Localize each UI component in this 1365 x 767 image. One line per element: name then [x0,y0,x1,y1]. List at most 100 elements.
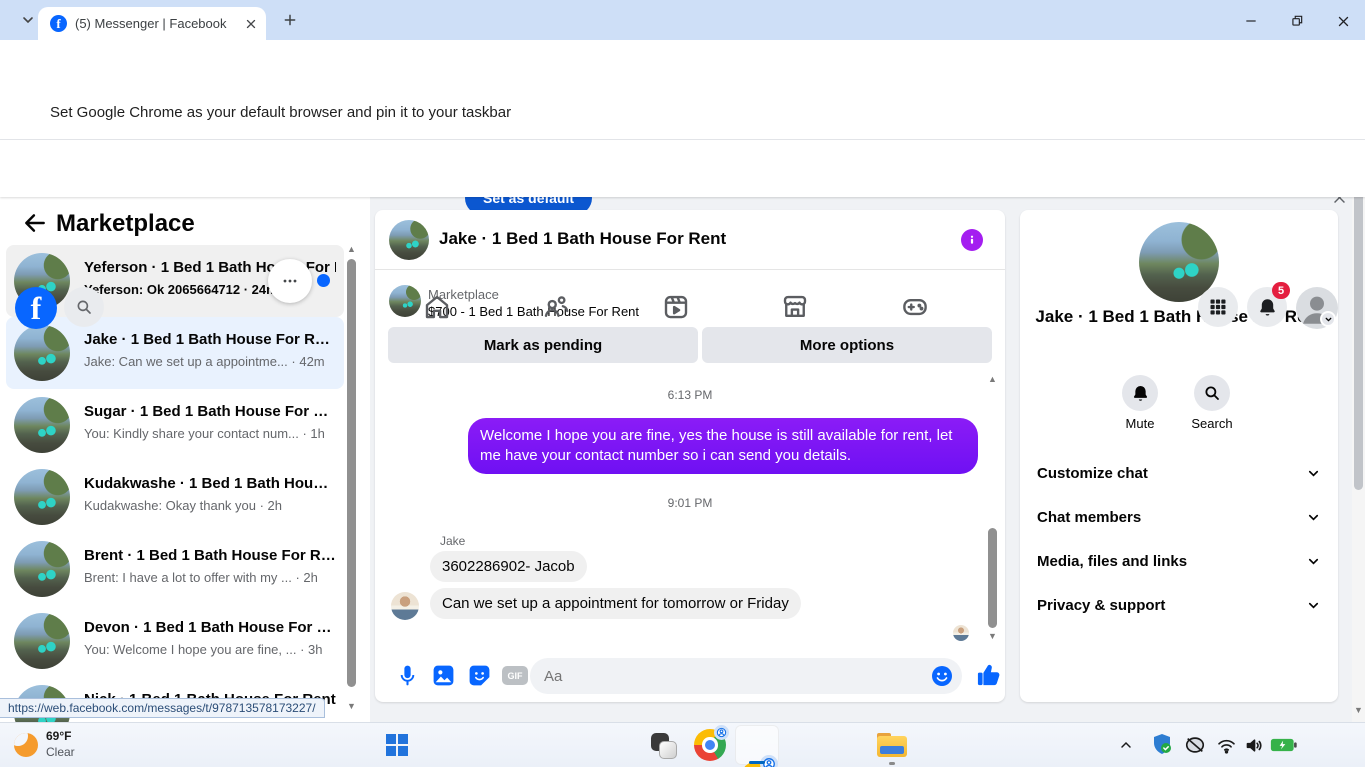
weather-widget[interactable] [14,733,38,757]
chevron-down-icon [1308,602,1319,609]
weather-moon-icon [14,733,38,757]
voice-message-icon[interactable] [395,663,421,689]
back-arrow-icon[interactable] [22,210,48,236]
like-icon[interactable] [975,660,1003,688]
tray-chevron-up-icon[interactable] [1118,737,1134,753]
task-view-icon[interactable] [650,732,678,760]
tab-search-icon[interactable] [20,12,36,28]
section-privacy-support[interactable]: Privacy & support [1020,583,1338,627]
section-chat-members[interactable]: Chat members [1020,495,1338,539]
chat-avatar [389,220,429,260]
conversation-item[interactable]: Kudakwashe · 1 Bed 1 Bath House For Rent… [6,461,344,533]
chat-scrollbar[interactable] [988,528,997,628]
sidebar-scroll-up-icon[interactable]: ▲ [347,245,356,254]
conversation-title: Brent · 1 Bed 1 Bath House For Rent [84,547,336,564]
active-app-indicator [749,761,765,764]
screen: f (5) Messenger | Facebook Set Google Ch… [0,0,1365,767]
page-scrollbar-track[interactable]: ▲ ▼ [1352,140,1365,722]
chat-panel: Jake · 1 Bed 1 Bath House For Rent Marke… [375,210,1005,702]
sidebar-scroll-down-icon[interactable]: ▼ [347,702,356,711]
conversation-item[interactable]: Brent · 1 Bed 1 Bath House For Rent Bren… [6,533,344,605]
photo-attach-icon[interactable] [431,663,457,689]
page-scrollbar[interactable] [1354,160,1363,490]
conversation-menu-button[interactable] [268,259,312,303]
chrome-app-icon[interactable] [694,725,729,761]
mute-label: Mute [1125,416,1155,431]
facebook-logo[interactable]: f [15,287,57,329]
sticker-icon[interactable] [467,663,493,689]
gaming-icon[interactable] [900,292,930,322]
open-app-indicator [889,762,895,765]
browser-tab[interactable]: f (5) Messenger | Facebook [38,7,266,40]
search-in-chat-button[interactable] [1194,375,1230,411]
listing-avatar [389,285,421,317]
chat-scroll-up-icon[interactable]: ▲ [988,375,997,384]
message-timestamp: 6:13 PM [667,388,713,402]
chevron-down-icon [1308,514,1319,521]
listing-title: $700 - 1 Bed 1 Bath House For Rent [428,304,640,319]
section-label: Media, files and links [1037,552,1188,570]
conversation-avatar [14,325,70,381]
window-close-button[interactable] [1328,8,1358,34]
message-input[interactable] [544,658,924,694]
window-minimize-button[interactable] [1236,8,1266,34]
security-shield-icon[interactable] [1150,732,1174,756]
new-tab-button[interactable] [282,12,298,28]
conversation-item[interactable]: Jake · 1 Bed 1 Bath House For Rent Jake:… [6,317,344,389]
tab-close-icon[interactable] [244,17,258,31]
conversation-preview: You: Kindly share your contact num... · … [84,426,325,441]
conversation-item[interactable]: Devon · 1 Bed 1 Bath House For Rent You:… [6,605,344,677]
battery-icon[interactable] [1270,736,1298,754]
chat-scroll-down-icon[interactable]: ▼ [988,632,997,641]
section-media-files-links[interactable]: Media, files and links [1020,539,1338,583]
chevron-down-icon [1308,558,1319,565]
facebook-favicon: f [50,15,67,32]
mute-button[interactable] [1122,375,1158,411]
default-browser-banner: Set Google Chrome as your default browse… [0,85,1365,215]
conversation-preview: Brent: I have a lot to offer with my ...… [84,570,318,585]
marketplace-icon[interactable] [780,292,810,322]
home-icon[interactable] [422,292,452,322]
start-button[interactable] [386,734,408,756]
notification-badge: 5 [1272,282,1290,299]
facebook-header: f 5 [0,140,1365,329]
file-explorer-icon[interactable] [877,733,907,757]
incoming-message[interactable]: Can we set up a appointment for tomorrow… [430,588,801,619]
tab-title: (5) Messenger | Facebook [75,16,227,31]
chat-header[interactable]: Jake · 1 Bed 1 Bath House For Rent [375,210,1005,270]
chevron-down-icon [1308,470,1319,477]
sender-avatar [391,592,419,620]
page-scroll-down-icon[interactable]: ▼ [1354,706,1363,715]
wifi-icon[interactable] [1216,735,1237,756]
sender-name: Jake [440,534,466,548]
browser-toolbar: web.facebook.com/messages/t/154780563018… [0,40,1365,121]
section-customize-chat[interactable]: Customize chat [1020,451,1338,495]
outgoing-message[interactable]: Welcome I hope you are fine, yes the hou… [468,418,978,474]
emoji-icon[interactable] [930,664,954,688]
weather-desc: Clear [46,745,75,759]
conversation-avatar [14,613,70,669]
incoming-message[interactable]: 3602286902- Jacob [430,551,587,582]
fb-search-button[interactable] [64,287,104,327]
window-maximize-button[interactable] [1282,8,1312,34]
chat-title: Jake · 1 Bed 1 Bath House For Rent [439,229,727,248]
friends-icon[interactable] [541,292,571,322]
section-label: Customize chat [1037,464,1148,482]
sidebar-title: Marketplace [56,210,195,237]
browser-tabstrip: f (5) Messenger | Facebook [0,0,1365,40]
conversation-item[interactable]: Sugar · 1 Bed 1 Bath House For Rent You:… [6,389,344,461]
message-timestamp: 9:01 PM [667,496,713,510]
gif-icon[interactable]: GIF [502,666,528,685]
message-input-pill[interactable] [530,658,962,694]
apps-menu-button[interactable] [1198,287,1238,327]
sidebar-scrollbar[interactable] [347,259,356,687]
more-options-button[interactable]: More options [702,327,992,363]
conversation-title: Kudakwashe · 1 Bed 1 Bath House For Rent [84,475,336,492]
watch-icon[interactable] [661,292,691,322]
status-crossed-icon[interactable] [1184,734,1206,756]
volume-icon[interactable] [1244,735,1265,756]
conversation-title: Devon · 1 Bed 1 Bath House For Rent [84,619,336,636]
conversation-avatar [14,397,70,453]
mark-as-pending-button[interactable]: Mark as pending [388,327,698,363]
chat-info-icon[interactable] [961,229,983,251]
